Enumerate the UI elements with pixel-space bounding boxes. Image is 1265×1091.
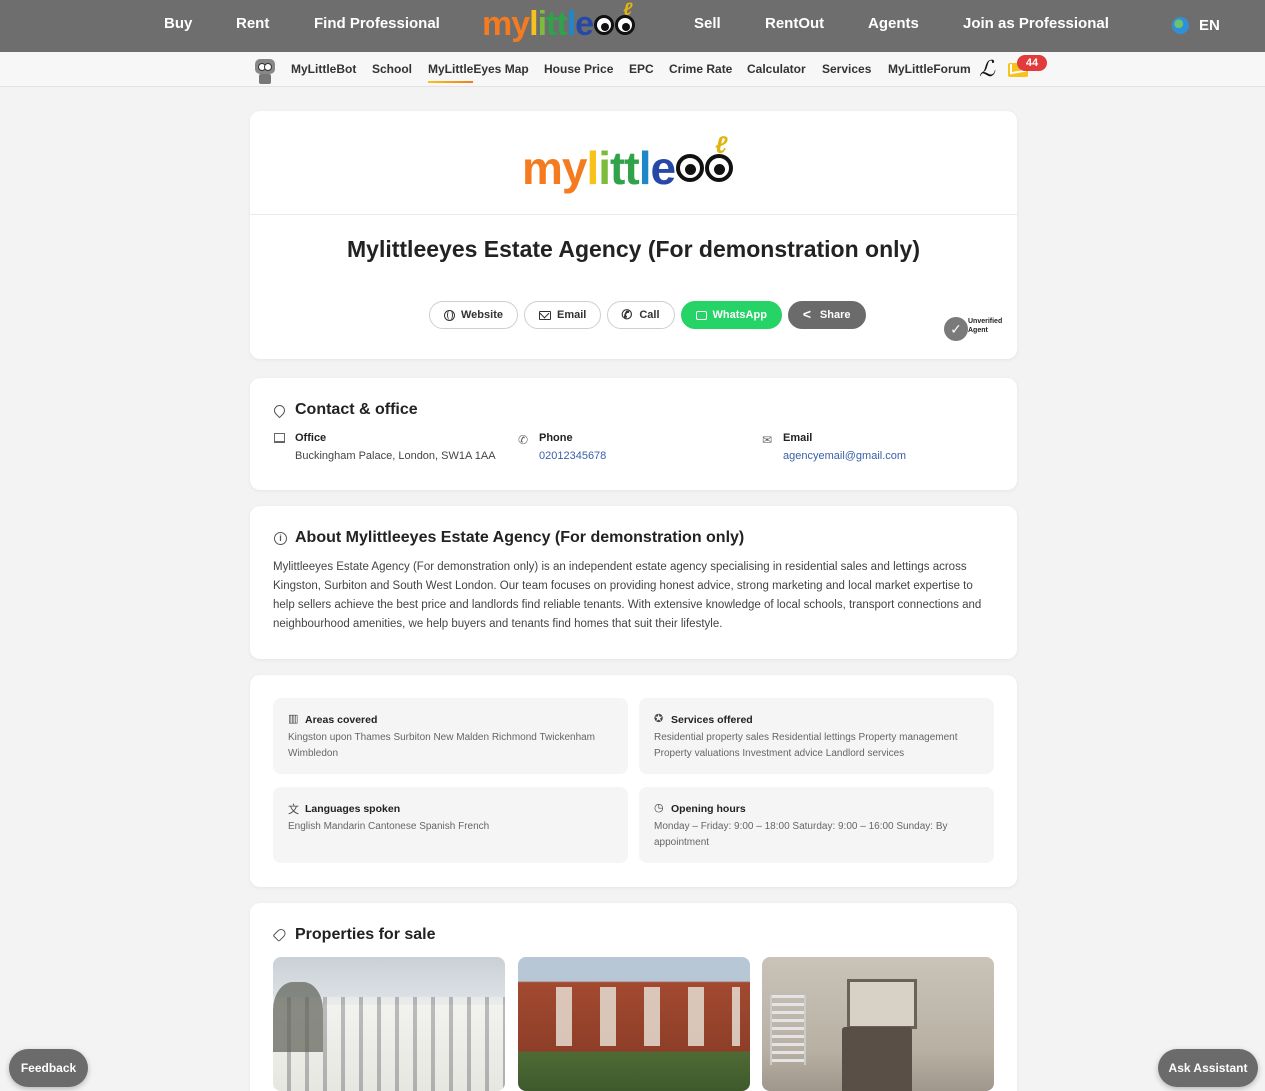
phone-link[interactable]: 02012345678 — [539, 450, 606, 462]
forum-logo-icon[interactable]: ℒ — [975, 57, 999, 83]
translate-icon: 文 — [288, 804, 299, 816]
properties-title: Properties for sale — [295, 926, 436, 943]
message-count-badge: 44 — [1017, 55, 1047, 71]
subnav-crime-rate[interactable]: Crime Rate — [669, 62, 732, 76]
subnav-epc[interactable]: EPC — [629, 62, 654, 76]
whatsapp-button[interactable]: WhatsApp — [680, 301, 782, 329]
languages-spoken-tile: 文 Languages spoken English Mandarin Cant… — [273, 787, 628, 863]
services-offered-tile: ✪ Services offered Residential property … — [639, 698, 994, 774]
about-description: Mylittleeyes Estate Agency (For demonstr… — [273, 561, 982, 630]
opening-hours-tile: ◷ Opening hours Monday – Friday: 9:00 – … — [639, 787, 994, 863]
language-label: EN — [1199, 17, 1220, 34]
nav-buy[interactable]: Buy — [164, 15, 192, 32]
contact-title: Contact & office — [295, 401, 418, 418]
phone-icon — [621, 307, 633, 323]
subnav-mylittleforum[interactable]: MyLittleForum — [888, 62, 971, 76]
chat-icon — [695, 310, 707, 320]
property-photo[interactable] — [518, 957, 750, 1091]
property-photo[interactable] — [273, 957, 505, 1091]
details-card: ▥ Areas covered Kingston upon Thames Sur… — [250, 675, 1017, 887]
about-title: About Mylittleeyes Estate Agency (For de… — [295, 529, 745, 546]
about-card: i About Mylittleeyes Estate Agency (For … — [250, 506, 1017, 659]
language-selector[interactable]: EN — [1172, 17, 1220, 34]
checkmark-seal-icon: ✓ — [944, 317, 968, 341]
site-logo[interactable]: my l i t t l e ℓ — [482, 0, 636, 44]
share-button[interactable]: Share — [787, 301, 866, 329]
nav-sell[interactable]: Sell — [694, 15, 721, 32]
email-button[interactable]: Email — [523, 301, 602, 329]
badge-icon: ✪ — [654, 713, 664, 725]
building-icon — [274, 433, 285, 443]
mail-icon: ✉ — [762, 433, 773, 447]
verification-status: ✓ Unverified Agent — [944, 315, 1004, 345]
ask-assistant-button[interactable]: Ask Assistant — [1158, 1049, 1258, 1087]
globe-icon — [444, 309, 455, 321]
mail-icon — [538, 310, 551, 320]
top-navigation: Buy Rent Find Professional my l i t t l e ℓ Se… — [0, 0, 1265, 52]
office-address: Buckingham Palace, London, SW1A 1AA — [295, 450, 496, 462]
areas-covered-tile: ▥ Areas covered Kingston upon Thames Sur… — [273, 698, 628, 774]
nav-rentout[interactable]: RentOut — [765, 15, 824, 32]
contact-card: Contact & office Office Buckingham Palac… — [250, 378, 1017, 490]
nav-agents[interactable]: Agents — [868, 15, 919, 32]
globe-icon — [1172, 17, 1189, 34]
info-icon: i — [274, 532, 287, 545]
properties-card: Properties for sale — [250, 903, 1017, 1091]
feedback-button[interactable]: Feedback — [9, 1049, 88, 1087]
logo-eyes-icon: ℓ — [593, 0, 636, 35]
nav-rent[interactable]: Rent — [236, 15, 269, 32]
action-buttons: Website Email Call WhatsApp Share — [429, 301, 866, 329]
tag-icon — [272, 927, 288, 942]
nav-find-professional[interactable]: Find Professional — [314, 15, 440, 32]
robot-icon[interactable] — [253, 56, 277, 84]
clock-icon: ◷ — [654, 802, 664, 814]
subnav-school[interactable]: School — [372, 62, 412, 76]
subnav-mylittlebot[interactable]: MyLittleBot — [291, 62, 356, 76]
share-icon — [803, 306, 814, 322]
property-photo[interactable] — [762, 957, 994, 1091]
agency-name: Mylittleeyes Estate Agency (For demonstr… — [347, 236, 920, 262]
verification-label: Unverified Agent — [968, 318, 1003, 334]
call-button[interactable]: Call — [607, 301, 675, 329]
nav-join-professional[interactable]: Join as Professional — [963, 15, 1109, 32]
agency-logo: my l i t t l e ℓ — [522, 132, 734, 195]
agency-header-card: my l i t t l e ℓ Mylittleeyes Estate Agency (F… — [250, 111, 1017, 359]
subnav-calculator[interactable]: Calculator — [747, 62, 806, 76]
agency-logo-area: my l i t t l e ℓ — [250, 111, 1017, 215]
subnav-house-price[interactable]: House Price — [544, 62, 613, 76]
logo-eyes-icon: ℓ — [675, 132, 734, 182]
website-button[interactable]: Website — [429, 301, 518, 329]
sub-navigation: MyLittleBot School MyLittleEyes Map Hous… — [0, 52, 1265, 87]
subnav-mylittleeyes-map[interactable]: MyLittleEyes Map — [428, 62, 529, 83]
subnav-services[interactable]: Services — [822, 62, 871, 76]
email-link[interactable]: agencyemail@gmail.com — [783, 450, 906, 462]
map-icon: ▥ — [288, 713, 299, 725]
location-pin-icon — [271, 402, 288, 419]
phone-icon: ✆ — [518, 433, 529, 447]
